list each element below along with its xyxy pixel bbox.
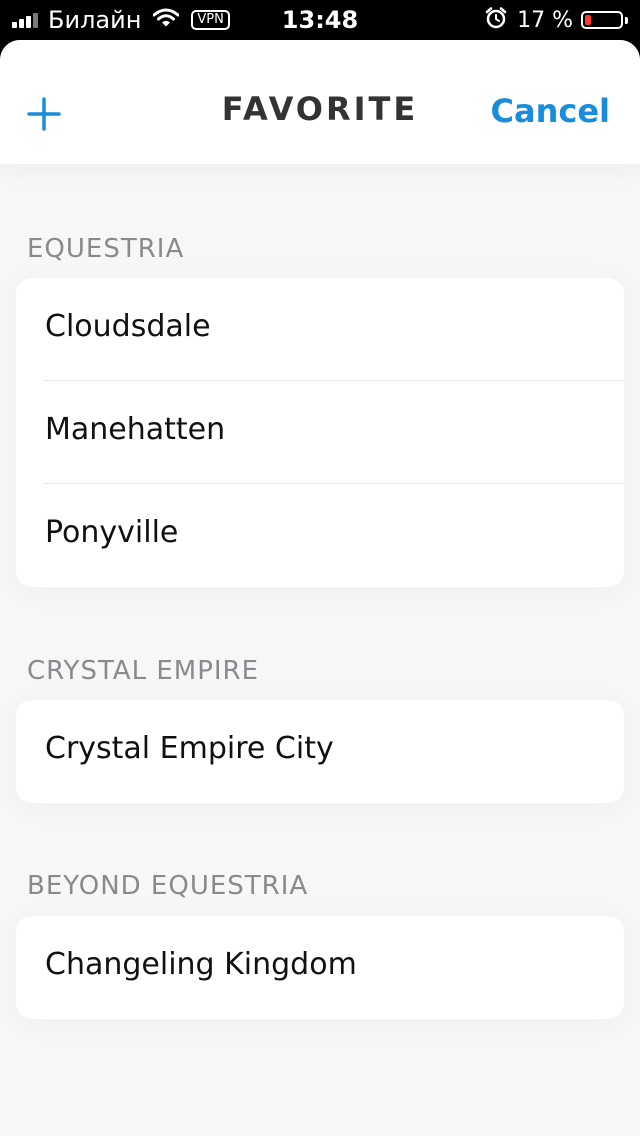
cancel-button[interactable]: Cancel <box>491 92 611 130</box>
favorites-sheet: FAVORITE Cancel EQUESTRIA Cloudsdale Man… <box>0 40 640 1136</box>
navigation-bar: FAVORITE Cancel <box>0 40 640 164</box>
section-header-equestria: EQUESTRIA <box>27 234 185 264</box>
section-card-beyond-equestria: Changeling Kingdom <box>16 916 624 1019</box>
list-item-label: Cloudsdale <box>45 309 211 344</box>
list-item-label: Manehatten <box>45 412 226 447</box>
page-title: FAVORITE <box>221 90 419 128</box>
battery-level-fill <box>585 15 591 25</box>
battery-icon <box>581 11 623 29</box>
list-item-label: Ponyville <box>45 515 179 550</box>
list-item[interactable]: Cloudsdale <box>16 278 624 381</box>
plus-icon <box>27 97 61 131</box>
section-header-beyond-equestria: BEYOND EQUESTRIA <box>27 871 309 901</box>
alarm-icon <box>485 7 507 33</box>
battery-percent: 17 % <box>517 7 573 33</box>
status-bar: Билайн VPN 13:48 17 % <box>0 0 640 40</box>
status-bar-right: 17 % <box>485 0 628 40</box>
add-favorite-button[interactable] <box>26 96 62 132</box>
list-item[interactable]: Ponyville <box>16 484 624 587</box>
list-item-label: Crystal Empire City <box>45 731 334 766</box>
list-item[interactable]: Manehatten <box>16 381 624 484</box>
section-header-crystal-empire: CRYSTAL EMPIRE <box>27 656 260 686</box>
list-item[interactable]: Crystal Empire City <box>16 700 624 803</box>
section-card-crystal-empire: Crystal Empire City <box>16 700 624 803</box>
list-item-label: Changeling Kingdom <box>45 947 357 982</box>
battery-cap <box>625 16 628 24</box>
list-item[interactable]: Changeling Kingdom <box>16 916 624 1019</box>
section-card-equestria: Cloudsdale Manehatten Ponyville <box>16 278 624 587</box>
